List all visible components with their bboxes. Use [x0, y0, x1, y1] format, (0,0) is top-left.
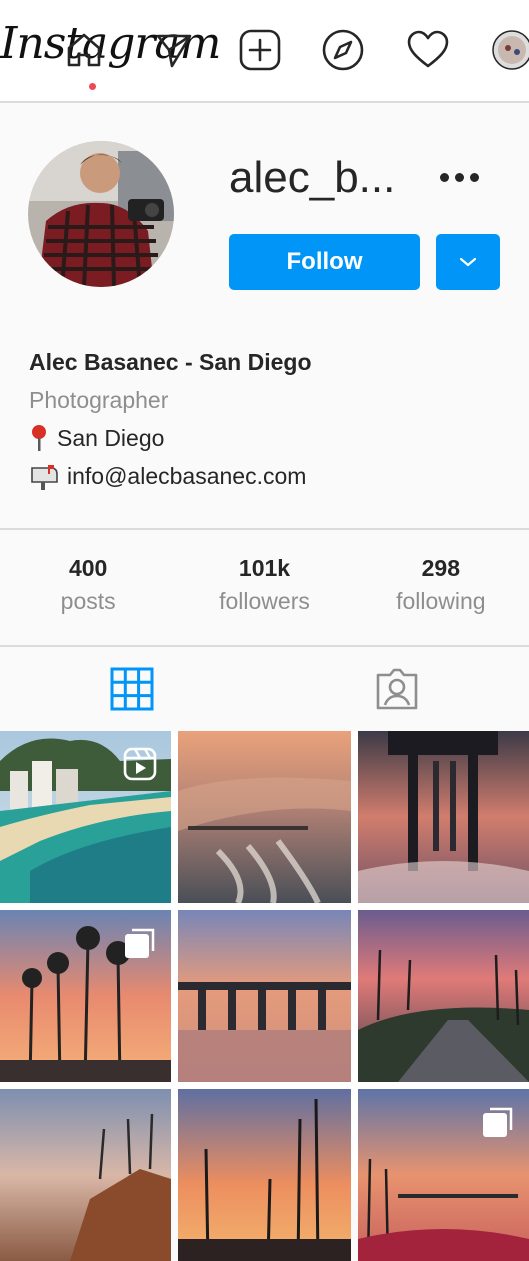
profile-avatar-icon[interactable]: [490, 28, 529, 72]
post-thumbnail[interactable]: [178, 910, 351, 1082]
post-thumbnail[interactable]: [358, 1089, 529, 1261]
post-thumbnail[interactable]: [178, 1089, 351, 1261]
more-dot: [470, 173, 479, 182]
followers-count[interactable]: 101k followers: [176, 530, 352, 645]
more-dot: [440, 173, 449, 182]
email-link[interactable]: info@alecbasanec.com: [67, 457, 306, 495]
post-thumbnail[interactable]: [0, 910, 171, 1082]
category-label: Photographer: [29, 381, 509, 419]
stat-value: 101k: [176, 555, 352, 582]
stat-value: 298: [353, 555, 529, 582]
post-thumbnail[interactable]: [178, 731, 351, 903]
email-line: info@alecbasanec.com: [29, 457, 509, 495]
chevron-down-icon: [458, 256, 478, 268]
carousel-icon: [123, 926, 157, 960]
posts-grid: [0, 731, 529, 1200]
carousel-icon: [481, 1105, 515, 1139]
direct-icon[interactable]: [152, 28, 196, 72]
profile-avatar[interactable]: [28, 141, 174, 287]
notification-dot: [89, 83, 96, 90]
more-options-button[interactable]: [440, 167, 486, 187]
profile-header: alec_b... Follow Alec Basanec - San Dieg…: [0, 103, 529, 528]
tagged-tab[interactable]: [265, 647, 529, 731]
mailbox-icon: [29, 462, 59, 490]
stat-value: 400: [0, 555, 176, 582]
profile-stats: 400 posts 101k followers 298 following: [0, 530, 529, 645]
posts-count[interactable]: 400 posts: [0, 530, 176, 645]
new-post-icon[interactable]: [238, 28, 282, 72]
post-thumbnail[interactable]: [358, 910, 529, 1082]
profile-username: alec_b...: [229, 153, 395, 203]
suggested-accounts-button[interactable]: [436, 234, 500, 290]
palms-beach-dusk-photo: [178, 1089, 351, 1261]
under-pier-sunset-photo: [358, 731, 529, 903]
posts-grid-tab[interactable]: [0, 647, 265, 731]
location-line: San Diego: [29, 419, 509, 457]
follow-button[interactable]: Follow: [229, 234, 420, 290]
aerial-pier-sunset-photo: [178, 731, 351, 903]
stat-label: followers: [176, 588, 352, 615]
cliff-sunset-photo: [0, 1089, 171, 1261]
home-icon[interactable]: [62, 28, 106, 72]
round-pushpin-icon: [29, 424, 49, 452]
activity-icon[interactable]: [406, 28, 450, 72]
more-dot: [455, 173, 464, 182]
reel-icon: [123, 747, 157, 781]
full-name: Alec Basanec - San Diego: [29, 343, 509, 381]
stat-label: posts: [0, 588, 176, 615]
profile-tabs: [0, 647, 529, 731]
top-navigation-bar: Instagram: [0, 0, 529, 103]
grid-icon: [110, 667, 154, 711]
explore-icon[interactable]: [321, 28, 365, 72]
post-thumbnail[interactable]: [358, 731, 529, 903]
post-thumbnail[interactable]: [0, 1089, 171, 1261]
following-count[interactable]: 298 following: [353, 530, 529, 645]
profile-bio: Alec Basanec - San Diego Photographer Sa…: [29, 343, 509, 495]
tagged-user-icon: [374, 667, 420, 711]
palm-road-sunset-photo: [358, 910, 529, 1082]
stat-label: following: [353, 588, 529, 615]
location-text: San Diego: [57, 419, 164, 457]
bridge-reflection-photo: [178, 910, 351, 1082]
post-thumbnail[interactable]: [0, 731, 171, 903]
